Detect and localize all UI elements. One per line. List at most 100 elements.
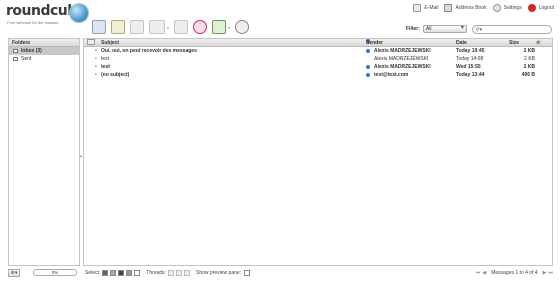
reply-all-icon[interactable] — [149, 20, 165, 34]
select-none-icon[interactable] — [134, 269, 141, 276]
folder-actions-gear-icon[interactable]: ⚙▾ — [8, 268, 20, 277]
folders-panel: Folders Inbox (3) Sent — [8, 38, 80, 266]
select-all-icon[interactable] — [102, 269, 109, 276]
message-size: 2 KB — [523, 64, 535, 70]
thread-bullet-icon: • — [95, 56, 97, 62]
message-subject: Oui, oui, on peut recevoir des messages — [101, 48, 197, 54]
thread-bullet-icon: • — [95, 48, 97, 54]
message-date: Wed 15:55 — [456, 64, 481, 70]
folder-inbox-label: Inbox (3) — [21, 48, 42, 54]
unread-icon — [366, 73, 370, 77]
expand-threads-icon[interactable] — [168, 269, 175, 276]
filter: Filter: All — [406, 25, 467, 33]
filter-select[interactable]: All — [422, 25, 467, 33]
compose-icon[interactable] — [111, 20, 125, 34]
nav-address-book-label: Address Book — [455, 5, 487, 11]
message-row[interactable]: • test Alexis MADRZEJEWSKI Today 14:08 2… — [84, 55, 552, 63]
reply-all-dropdown-icon[interactable]: ▾ — [167, 25, 169, 30]
next-page-icon[interactable]: ▶ — [543, 270, 547, 276]
roundcube-logo[interactable]: roundcube Free webmail for the masses — [6, 3, 90, 31]
inbox-icon — [13, 49, 18, 53]
nav-logout[interactable]: Logout — [527, 4, 554, 12]
folder-inbox[interactable]: Inbox (3) — [9, 47, 79, 55]
column-date[interactable]: Date — [456, 39, 467, 47]
settings-icon — [492, 4, 501, 12]
unread-icon — [366, 65, 370, 69]
message-list-header: Subject Sender Date Size ★ ⊕ — [84, 39, 552, 47]
select-invert-icon[interactable] — [126, 269, 133, 276]
previous-page-icon[interactable]: ◀ — [482, 270, 486, 276]
message-size: 496 B — [521, 72, 535, 78]
column-subject[interactable]: Subject — [101, 39, 119, 47]
sent-icon — [13, 57, 18, 61]
unread-icon — [366, 49, 370, 53]
message-subject: test — [101, 64, 110, 70]
select-label: Select: — [85, 269, 101, 276]
message-size: 2 KB — [524, 56, 535, 62]
collapse-threads-icon[interactable] — [176, 269, 183, 276]
mail-toolbar: ▾ ▾ — [92, 18, 250, 36]
message-count: Messages 1 to 4 of 4 — [491, 269, 538, 276]
thread-bullet-icon: • — [95, 72, 97, 78]
thread-bullet-icon: • — [95, 64, 97, 70]
message-sender: Alexis MADRZEJEWSKI — [374, 56, 429, 62]
filter-label: Filter: — [406, 26, 420, 32]
message-list-footer: Select: Threads: Show preview pane: ⏮ ◀ … — [83, 268, 553, 277]
expand-unread-threads-icon[interactable] — [184, 269, 191, 276]
pager: ⏮ ◀ Messages 1 to 4 of 4 ▶ ⏭ — [476, 268, 553, 277]
search-input[interactable] — [484, 26, 545, 33]
logout-icon — [527, 4, 536, 12]
select-unread-icon[interactable] — [118, 269, 125, 276]
message-sender: Alexis MADRZEJEWSKI — [374, 64, 431, 70]
reply-icon[interactable] — [130, 20, 144, 34]
folder-sent[interactable]: Sent — [9, 55, 79, 63]
nav-email[interactable]: E-Mail — [413, 4, 438, 12]
threads-label: Threads: — [146, 269, 167, 276]
logo-tagline: Free webmail for the masses — [7, 20, 59, 25]
column-sender-label: Sender — [366, 40, 383, 46]
attachment-icon[interactable]: ⊕ — [536, 39, 540, 47]
mark-dropdown-icon[interactable]: ▾ — [228, 25, 230, 30]
message-subject: test — [101, 56, 110, 62]
nav-settings[interactable]: Settings — [492, 4, 522, 12]
message-row[interactable]: • (no subject) test@test.com Today 13:44… — [84, 71, 552, 79]
check-mail-icon[interactable] — [92, 20, 106, 34]
search-icon[interactable]: ⚲▾ — [476, 27, 482, 33]
nav-logout-label: Logout — [538, 5, 554, 11]
header: roundcube Free webmail for the masses E-… — [0, 0, 560, 36]
message-row[interactable]: • Oui, oui, on peut recevoir des message… — [84, 47, 552, 55]
select-current-page-icon[interactable] — [110, 269, 117, 276]
address-book-icon — [444, 4, 453, 12]
message-sender: Alexis MADRZEJEWSKI — [374, 48, 431, 54]
mail-icon — [413, 4, 422, 12]
delete-icon[interactable] — [193, 20, 208, 34]
last-page-icon[interactable]: ⏭ — [548, 270, 553, 276]
message-row[interactable]: • test Alexis MADRZEJEWSKI Wed 15:55 2 K… — [84, 63, 552, 71]
quota-indicator: 0% — [33, 269, 77, 276]
nav-address-book[interactable]: Address Book — [444, 4, 487, 12]
message-size: 2 KB — [523, 48, 535, 54]
message-date: Today 19:45 — [456, 48, 485, 54]
top-navigation: E-Mail Address Book Settings Logout — [413, 2, 554, 14]
folder-sent-label: Sent — [21, 56, 32, 62]
search-box: ⚲▾ — [472, 25, 552, 34]
forward-icon[interactable] — [174, 20, 189, 34]
nav-settings-label: Settings — [503, 5, 522, 11]
nav-email-label: E-Mail — [424, 5, 439, 11]
preview-pane-checkbox[interactable] — [244, 269, 251, 276]
folders-title: Folders — [9, 39, 79, 47]
mark-icon[interactable] — [212, 20, 227, 34]
message-sender: test@test.com — [374, 72, 409, 78]
pane-splitter[interactable]: • — [80, 154, 82, 160]
logo-cube-icon — [70, 4, 88, 22]
preview-pane-label: Show preview pane: — [196, 269, 242, 276]
column-size[interactable]: Size — [509, 39, 519, 47]
message-date: Today 14:08 — [456, 56, 484, 62]
list-options-icon[interactable] — [87, 39, 95, 45]
more-actions-icon[interactable] — [235, 20, 250, 34]
first-page-icon[interactable]: ⏮ — [476, 270, 481, 276]
message-subject: (no subject) — [101, 72, 130, 78]
message-date: Today 13:44 — [456, 72, 485, 78]
folders-footer: ⚙▾ 0% — [8, 268, 80, 277]
message-list: Subject Sender Date Size ★ ⊕ • Oui, oui,… — [83, 38, 553, 266]
